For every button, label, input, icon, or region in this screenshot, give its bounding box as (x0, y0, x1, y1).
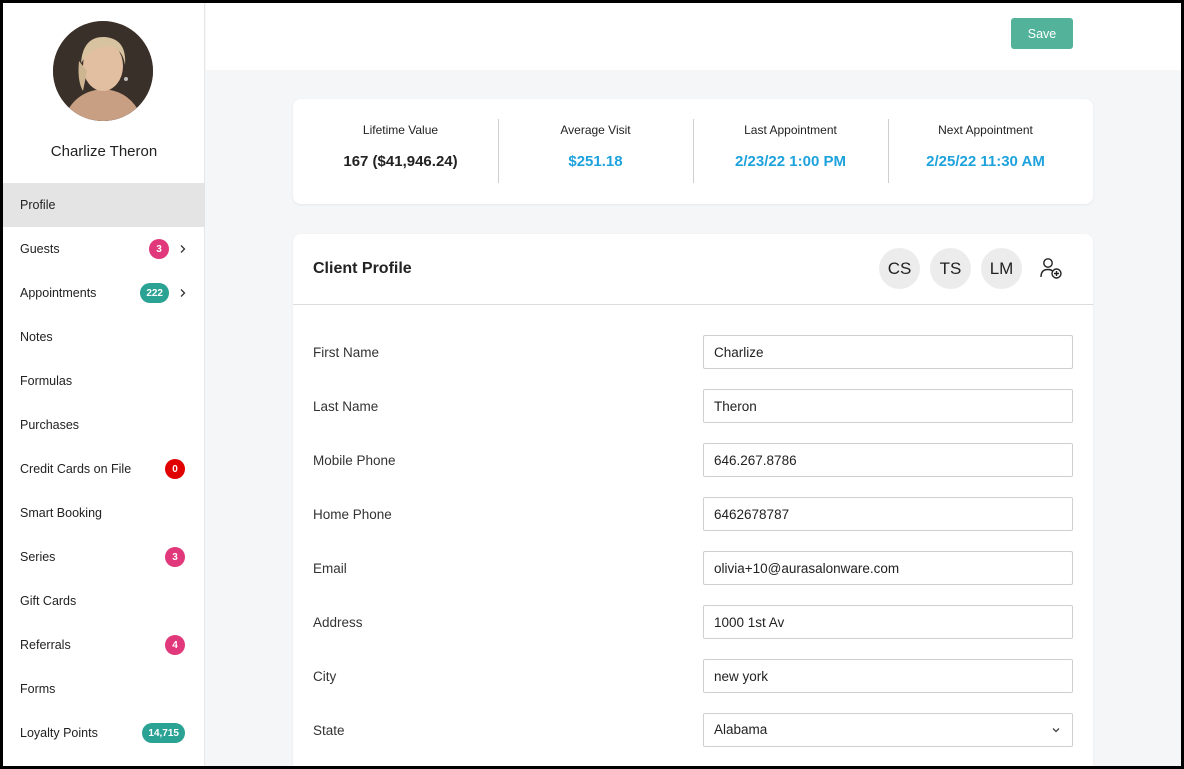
sidebar-item-label: Smart Booking (20, 506, 102, 520)
stat-next-appointment: Next Appointment 2/25/22 11:30 AM (888, 117, 1083, 186)
staff-initials-avatar[interactable]: LM (981, 248, 1022, 289)
stat-label: Average Visit (560, 123, 631, 137)
city-input[interactable] (703, 659, 1073, 693)
sidebar-item-loyalty-points[interactable]: Loyalty Points 14,715 (3, 711, 205, 755)
form-row-address: Address (293, 605, 1093, 639)
sidebar-item-label: Purchases (20, 418, 80, 432)
count-badge: 3 (165, 547, 185, 567)
form-row-city: City (293, 659, 1093, 693)
sidebar-item-notes[interactable]: Notes (3, 315, 205, 359)
sidebar: Charlize Theron Profile Guests 3 Appointmen… (3, 3, 205, 766)
client-name: Charlize Theron (50, 143, 158, 160)
sidebar-item-forms[interactable]: Forms (3, 667, 205, 711)
count-badge: 4 (165, 635, 185, 655)
sidebar-item-gift-cards[interactable]: Gift Cards (3, 579, 205, 623)
sidebar-item-smart-booking[interactable]: Smart Booking (3, 491, 205, 535)
city-label: City (313, 669, 337, 684)
avatar (53, 21, 153, 121)
chevron-right-icon[interactable] (179, 244, 187, 254)
stat-average-visit: Average Visit $251.18 (498, 117, 693, 186)
stat-value-link[interactable]: 2/23/22 1:00 PM (693, 153, 888, 170)
count-badge: 3 (149, 239, 169, 259)
mobile-phone-input[interactable] (703, 443, 1073, 477)
address-input[interactable] (703, 605, 1073, 639)
client-profile-card: Client Profile CS TS LM First Name Last … (293, 234, 1093, 766)
sidebar-item-label: Gift Cards (20, 594, 77, 608)
sidebar-item-referrals[interactable]: Referrals 4 (3, 623, 205, 667)
email-label: Email (313, 561, 347, 576)
first-name-input[interactable] (703, 335, 1073, 369)
avatar-image (53, 21, 153, 121)
add-user-icon[interactable] (1039, 256, 1063, 280)
client-profile-header: Client Profile CS TS LM (293, 234, 1093, 305)
app-window: Charlize Theron Profile Guests 3 Appointmen… (3, 3, 1181, 766)
first-name-label: First Name (313, 345, 380, 360)
stat-value-link[interactable]: 2/25/22 11:30 AM (888, 153, 1083, 170)
stat-label: Lifetime Value (362, 123, 439, 137)
sidebar-item-purchases[interactable]: Purchases (3, 403, 205, 447)
sidebar-item-appointments[interactable]: Appointments 222 (3, 271, 205, 315)
email-input[interactable] (703, 551, 1073, 585)
last-name-label: Last Name (313, 399, 379, 414)
client-profile-title: Client Profile (313, 260, 412, 277)
state-label: State (313, 723, 345, 738)
form-row-first-name: First Name (293, 335, 1093, 369)
staff-initials-avatar[interactable]: TS (930, 248, 971, 289)
top-bar: Save (206, 3, 1181, 70)
sidebar-nav: Profile Guests 3 Appointments 222 Notes Formul… (3, 183, 205, 755)
client-stats-card: Lifetime Value 167 ($41,946.24) Average … (293, 99, 1093, 204)
stat-label: Next Appointment (938, 123, 1033, 137)
sidebar-item-formulas[interactable]: Formulas (3, 359, 205, 403)
sidebar-item-credit-cards-on-file[interactable]: Credit Cards on File 0 (3, 447, 205, 491)
count-badge: 222 (140, 283, 169, 303)
stat-lifetime-value: Lifetime Value 167 ($41,946.24) (303, 117, 498, 186)
sidebar-item-label: Forms (20, 682, 56, 696)
sidebar-item-profile[interactable]: Profile (3, 183, 205, 227)
form-row-last-name: Last Name (293, 389, 1093, 423)
state-select[interactable]: Alabama (703, 713, 1073, 747)
sidebar-item-label: Profile (20, 198, 56, 212)
stat-value-link[interactable]: $251.18 (498, 153, 693, 170)
sidebar-item-series[interactable]: Series 3 (3, 535, 205, 579)
sidebar-item-label: Formulas (20, 374, 73, 388)
stat-label: Last Appointment (744, 123, 837, 137)
sidebar-item-label: Guests (20, 242, 60, 256)
save-button[interactable]: Save (1011, 18, 1073, 49)
form-row-mobile-phone: Mobile Phone (293, 443, 1093, 477)
form-row-state: State Alabama (293, 713, 1093, 747)
mobile-phone-label: Mobile Phone (313, 453, 396, 468)
sidebar-item-label: Notes (20, 330, 53, 344)
home-phone-input[interactable] (703, 497, 1073, 531)
stat-last-appointment: Last Appointment 2/23/22 1:00 PM (693, 117, 888, 186)
count-badge: 14,715 (142, 723, 185, 743)
home-phone-label: Home Phone (313, 507, 392, 522)
sidebar-item-label: Appointments (20, 286, 97, 300)
last-name-input[interactable] (703, 389, 1073, 423)
staff-initials-avatar[interactable]: CS (879, 248, 920, 289)
chevron-right-icon[interactable] (179, 288, 187, 298)
stat-value: 167 ($41,946.24) (343, 153, 458, 170)
address-label: Address (313, 615, 363, 630)
count-badge: 0 (165, 459, 185, 479)
sidebar-item-guests[interactable]: Guests 3 (3, 227, 205, 271)
form-row-email: Email (293, 551, 1093, 585)
form-row-home-phone: Home Phone (293, 497, 1093, 531)
